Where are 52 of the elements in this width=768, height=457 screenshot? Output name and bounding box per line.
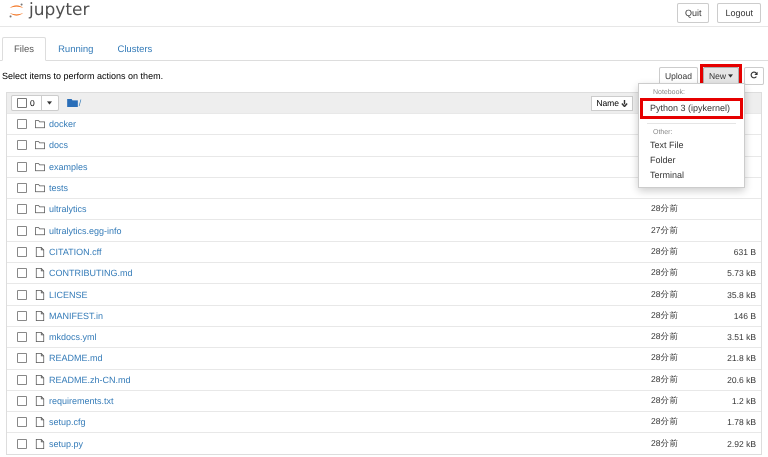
modified-time: 28分前 xyxy=(651,246,678,256)
item-link[interactable]: LICENSE xyxy=(49,290,88,300)
item-link[interactable]: examples xyxy=(49,162,88,172)
item-link[interactable]: setup.py xyxy=(49,438,84,449)
tab[interactable]: Running xyxy=(46,37,106,61)
instruction-text: Select items to perform actions on them. xyxy=(2,71,164,81)
item-link[interactable]: ultralytics.egg-info xyxy=(49,226,122,236)
tab[interactable]: Clusters xyxy=(105,37,164,61)
modified-time: 28分前 xyxy=(651,352,678,362)
menu-item[interactable]: Python 3 (ipykernel) xyxy=(643,101,740,116)
menu-item[interactable]: Folder xyxy=(640,153,743,168)
item-link[interactable]: CITATION.cff xyxy=(49,246,102,257)
modified-time: 28分前 xyxy=(651,288,678,299)
breadcrumb-link[interactable]: / xyxy=(78,98,82,108)
modified-time: 28分前 xyxy=(651,438,678,448)
item-link[interactable]: requirements.txt xyxy=(49,396,114,406)
modified-time: 28分前 xyxy=(651,267,678,278)
item-link[interactable]: ultralytics xyxy=(49,204,87,214)
item-link[interactable]: tests xyxy=(49,183,68,194)
file-size: 5.73 kB xyxy=(727,268,756,278)
file-size: 1.2 kB xyxy=(732,396,756,406)
item-link[interactable]: CONTRIBUTING.md xyxy=(49,268,133,278)
item-link[interactable]: docker xyxy=(49,119,76,130)
logout-button[interactable]: Logout xyxy=(717,3,761,23)
menu-item[interactable]: Terminal xyxy=(640,168,743,183)
tab[interactable]: Files xyxy=(2,37,46,61)
modified-time: 28分前 xyxy=(651,203,678,214)
file-size: 20.6 kB xyxy=(727,374,756,385)
modified-time: 28分前 xyxy=(651,395,678,405)
file-size: 631 B xyxy=(734,246,756,257)
modified-time: 28分前 xyxy=(651,374,678,384)
file-size: 3.51 kB xyxy=(727,332,756,342)
logo-text: jupyter xyxy=(29,0,90,20)
file-size: 21.8 kB xyxy=(727,353,756,364)
item-link[interactable]: README.md xyxy=(49,353,103,364)
menu-item[interactable]: Text File xyxy=(640,138,743,153)
modified-time: 28分前 xyxy=(651,416,678,426)
modified-time: 27分前 xyxy=(651,224,678,235)
file-size: 35.8 kB xyxy=(727,290,756,300)
file-size: 1.78 kB xyxy=(727,417,756,428)
item-link[interactable]: setup.cfg xyxy=(49,417,86,428)
sort-by-name-button[interactable]: Name xyxy=(591,96,633,110)
item-link[interactable]: docs xyxy=(49,140,68,150)
file-size: 2.92 kB xyxy=(727,438,756,449)
item-link[interactable]: README.zh-CN.md xyxy=(49,374,131,385)
modified-time: 28分前 xyxy=(651,331,678,342)
quit-button[interactable]: Quit xyxy=(676,3,710,23)
modified-time: 28分前 xyxy=(651,310,678,320)
item-link[interactable]: MANIFEST.in xyxy=(49,310,104,321)
selected-count: 0 xyxy=(30,98,36,108)
item-link[interactable]: mkdocs.yml xyxy=(49,332,97,342)
file-size: 146 B xyxy=(734,310,756,321)
